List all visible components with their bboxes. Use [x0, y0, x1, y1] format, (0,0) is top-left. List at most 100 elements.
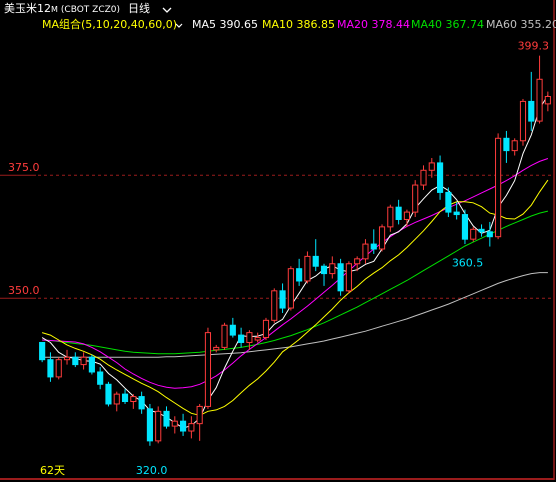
candle-body: [180, 420, 187, 432]
candle: [511, 138, 518, 156]
tick-label: 350.0: [8, 284, 40, 297]
candle: [213, 344, 220, 353]
candle-body: [354, 258, 361, 265]
candle-body: [387, 206, 394, 228]
candle-body: [188, 423, 195, 432]
y-axis-ticks: 375.0 350.0: [0, 161, 40, 299]
candle-body: [412, 184, 419, 213]
candle-body: [246, 332, 253, 343]
high-price-label: 399.3: [518, 40, 550, 53]
candle: [180, 413, 187, 436]
candle-body: [229, 324, 236, 336]
candle: [362, 239, 369, 264]
candle: [445, 187, 452, 218]
ma10-value: MA10 386.85: [262, 18, 335, 31]
low-price-label: 360.5: [452, 257, 484, 270]
candle: [163, 406, 170, 429]
chevron-down-icon[interactable]: [162, 7, 172, 13]
candle-body: [536, 78, 543, 122]
candle: [155, 406, 162, 444]
candle: [387, 204, 394, 232]
candle: [304, 251, 311, 284]
candle: [412, 180, 419, 218]
candle: [72, 352, 79, 368]
candle: [495, 133, 502, 240]
candle-body: [130, 396, 137, 403]
candle-body: [304, 255, 311, 282]
candle-body: [213, 346, 220, 351]
ma5-value: MA5 390.65: [192, 18, 258, 31]
candle-body: [511, 140, 518, 152]
candle: [395, 199, 402, 225]
candle-body: [495, 137, 502, 238]
candle-body: [88, 356, 95, 373]
candle: [287, 266, 294, 311]
title-text: 美玉米12: [4, 2, 51, 15]
ma20-value: MA20 378.44: [337, 18, 410, 31]
candle-body: [296, 268, 303, 282]
candle-body: [47, 359, 54, 378]
candle-body: [503, 137, 510, 152]
candle-body: [55, 359, 62, 378]
candle-body: [171, 420, 178, 427]
candles: [39, 55, 551, 446]
candle: [39, 341, 46, 363]
candle: [312, 239, 319, 272]
candle-body: [345, 263, 352, 292]
candle-body: [453, 211, 460, 216]
candle: [420, 165, 427, 190]
candle-body: [378, 226, 386, 250]
candle-body: [146, 408, 153, 442]
candle: [345, 261, 352, 294]
candle: [188, 416, 195, 439]
candle-body: [63, 356, 71, 361]
candlestick-chart[interactable]: 375.0 350.0 399.3 360.5 320.0 美玉米12M (CBOT Z…: [0, 0, 556, 482]
candle-body: [445, 191, 452, 213]
candle-body: [97, 371, 104, 385]
candle: [196, 403, 203, 441]
ma40-value: MA40 367.74: [411, 18, 484, 31]
candle-body: [279, 290, 286, 309]
candle: [403, 209, 410, 227]
candle: [503, 130, 510, 163]
bottom-price-label: 320.0: [136, 464, 168, 477]
candle-body: [221, 324, 228, 348]
candle-body: [437, 162, 444, 193]
candle: [97, 367, 104, 390]
candle-body: [271, 290, 278, 321]
candle-body: [428, 162, 435, 171]
candle-body: [370, 243, 377, 250]
candle: [113, 391, 120, 412]
candle-body: [196, 405, 203, 425]
candle: [279, 283, 286, 313]
ma-combo-label[interactable]: MA组合(5,10,20,40,60,0): [42, 17, 177, 31]
candle-body: [72, 356, 79, 366]
candle: [88, 354, 95, 375]
candle-body: [163, 410, 170, 427]
candle-body: [420, 169, 427, 186]
candle-body: [80, 356, 87, 366]
candle-body: [461, 214, 469, 240]
candle: [378, 224, 386, 252]
candle-body: [254, 337, 261, 341]
candle: [437, 155, 444, 200]
candle-body: [486, 231, 493, 238]
candle-body: [337, 263, 344, 292]
candle: [337, 258, 344, 296]
period-selector: 日线: [128, 1, 150, 15]
candle: [461, 209, 469, 245]
candle-body: [395, 206, 402, 220]
contract-code: (CBOT ZCZ0): [61, 5, 120, 15]
candle-body: [519, 100, 527, 142]
candle-body: [544, 95, 551, 105]
candle-body: [121, 393, 129, 403]
candle: [138, 391, 145, 414]
candle: [519, 98, 527, 146]
candle-body: [287, 268, 294, 309]
title-suffix: M: [51, 5, 58, 14]
candle: [262, 317, 270, 341]
candle: [271, 288, 278, 323]
candle-body: [39, 341, 46, 361]
candle-body: [262, 319, 270, 339]
ma-line-ma20: [42, 158, 549, 389]
